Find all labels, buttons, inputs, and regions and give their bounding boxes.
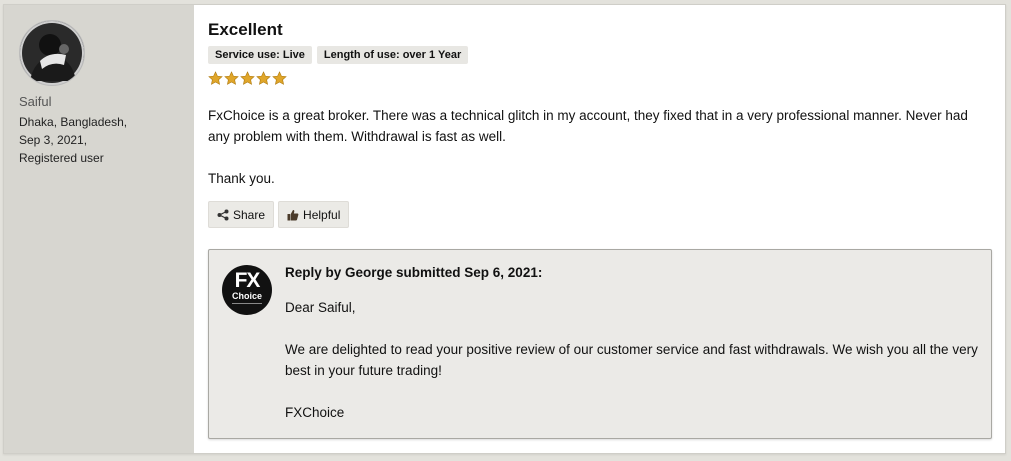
star-icon [208, 71, 223, 85]
review-title: Excellent [208, 20, 283, 39]
reviewer-name: Saiful [19, 94, 52, 109]
review-paragraph: Thank you. [208, 171, 275, 186]
star-icon [224, 71, 239, 85]
star-icon [256, 71, 271, 85]
review-actions: Share Helpful [208, 201, 350, 228]
reply-paragraph: Dear Saiful, [285, 300, 356, 315]
fxchoice-logo: FX Choice [222, 265, 272, 315]
reviewer-meta: Dhaka, Bangladesh, Sep 3, 2021, Register… [19, 113, 127, 167]
helpful-button[interactable]: Helpful [278, 201, 350, 228]
star-rating [208, 71, 287, 86]
reply-paragraph: We are delighted to read your positive r… [285, 342, 978, 378]
review-tags: Service use: Live Length of use: over 1 … [208, 46, 469, 64]
review-paragraph: FxChoice is a great broker. There was a … [208, 108, 968, 144]
review-body: FxChoice is a great broker. There was a … [208, 105, 988, 189]
reply-paragraph: FXChoice [285, 405, 345, 420]
tag-service-use: Service use: Live [208, 46, 312, 64]
star-icon [240, 71, 255, 85]
share-label: Share [233, 207, 266, 222]
reply-heading: Reply by George submitted Sep 6, 2021: [285, 265, 543, 280]
share-icon [217, 209, 229, 220]
company-reply: FX Choice Reply by George submitted Sep … [208, 249, 992, 439]
helpful-label: Helpful [303, 207, 341, 222]
share-button[interactable]: Share [208, 201, 275, 228]
reviewer-avatar [19, 20, 85, 86]
reply-body: Dear Saiful, We are delighted to read yo… [285, 297, 985, 423]
tag-length-of-use: Length of use: over 1 Year [316, 46, 469, 64]
reviewer-status: Registered user [19, 151, 104, 165]
review-card: Saiful Dhaka, Bangladesh, Sep 3, 2021, R… [3, 4, 1006, 454]
thumbs-up-icon [287, 209, 299, 221]
reviewer-panel: Saiful Dhaka, Bangladesh, Sep 3, 2021, R… [4, 5, 194, 453]
reviewer-location: Dhaka, Bangladesh, [19, 115, 128, 129]
review-date: Sep 3, 2021, [19, 133, 88, 147]
star-icon [272, 71, 287, 85]
